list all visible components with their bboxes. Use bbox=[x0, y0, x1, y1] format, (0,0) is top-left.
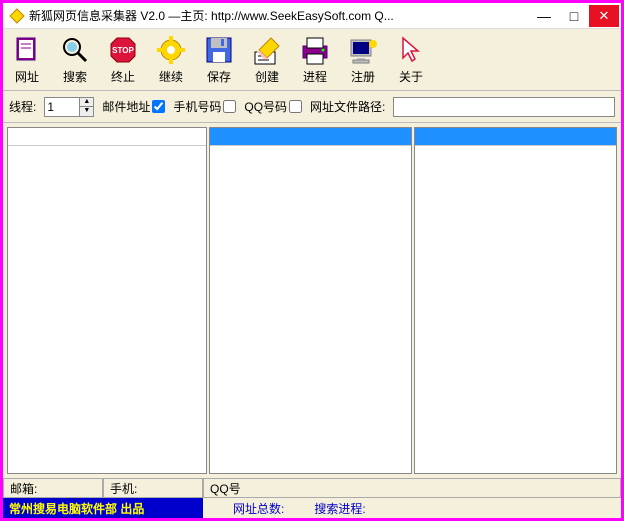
process-button-label: 进程 bbox=[303, 68, 327, 85]
close-button[interactable]: ✕ bbox=[589, 5, 619, 27]
app-window: 新狐网页信息采集器 V2.0 —主页: http://www.SeekEasyS… bbox=[0, 0, 624, 521]
email-label: 邮件地址 bbox=[102, 98, 150, 115]
toolbar: 网址 搜索 STOP 终止 继续 保存 创建 进程 注册 关于 bbox=[3, 29, 621, 91]
process-button[interactable]: 进程 bbox=[299, 34, 331, 85]
search-progress-label: 搜索进程: bbox=[314, 500, 365, 517]
email-checkbox-group: 邮件地址 bbox=[102, 98, 165, 115]
right-pane-header[interactable] bbox=[415, 128, 616, 146]
app-icon bbox=[9, 8, 25, 24]
left-pane-body[interactable] bbox=[8, 146, 206, 473]
computer-icon bbox=[347, 34, 379, 66]
path-label: 网址文件路径: bbox=[310, 98, 385, 115]
status-mailbox: 邮箱: bbox=[3, 478, 103, 498]
book-icon bbox=[11, 34, 43, 66]
email-checkbox[interactable] bbox=[152, 100, 165, 113]
middle-pane bbox=[209, 127, 412, 474]
thread-up[interactable]: ▲ bbox=[80, 98, 93, 107]
minimize-button[interactable]: — bbox=[529, 5, 559, 27]
titlebar[interactable]: 新狐网页信息采集器 V2.0 —主页: http://www.SeekEasyS… bbox=[3, 3, 621, 29]
status-phone: 手机: bbox=[103, 478, 203, 498]
middle-pane-body[interactable] bbox=[210, 146, 411, 473]
options-bar: 线程: ▲ ▼ 邮件地址 手机号码 QQ号码 网址文件路径: bbox=[3, 91, 621, 123]
phone-checkbox-group: 手机号码 bbox=[173, 98, 236, 115]
url-total-label: 网址总数: bbox=[233, 500, 284, 517]
save-button-label: 保存 bbox=[207, 68, 231, 85]
phone-checkbox[interactable] bbox=[223, 100, 236, 113]
about-button-label: 关于 bbox=[399, 68, 423, 85]
pencil-icon bbox=[251, 34, 283, 66]
status-bar-1: 邮箱: 手机: QQ号 bbox=[3, 478, 621, 498]
gear-icon bbox=[155, 34, 187, 66]
search-button[interactable]: 搜索 bbox=[59, 34, 91, 85]
search-icon bbox=[59, 34, 91, 66]
brand-label: 常州搜易电脑软件部 出品 bbox=[3, 498, 203, 518]
register-button-label: 注册 bbox=[351, 68, 375, 85]
status-info: 网址总数: 搜索进程: bbox=[203, 498, 621, 518]
thread-down[interactable]: ▼ bbox=[80, 107, 93, 116]
save-button[interactable]: 保存 bbox=[203, 34, 235, 85]
right-pane bbox=[414, 127, 617, 474]
middle-pane-header[interactable] bbox=[210, 128, 411, 146]
qq-checkbox-group: QQ号码 bbox=[244, 98, 302, 115]
phone-label: 手机号码 bbox=[173, 98, 221, 115]
thread-spinner[interactable]: ▲ ▼ bbox=[44, 97, 94, 117]
stop-icon: STOP bbox=[107, 34, 139, 66]
window-controls: — □ ✕ bbox=[529, 5, 619, 27]
continue-button-label: 继续 bbox=[159, 68, 183, 85]
svg-text:STOP: STOP bbox=[112, 46, 134, 55]
content-area bbox=[3, 123, 621, 478]
path-input[interactable] bbox=[393, 97, 615, 117]
printer-icon bbox=[299, 34, 331, 66]
qq-label: QQ号码 bbox=[244, 98, 287, 115]
search-button-label: 搜索 bbox=[63, 68, 87, 85]
thread-input[interactable] bbox=[45, 100, 79, 114]
continue-button[interactable]: 继续 bbox=[155, 34, 187, 85]
right-pane-body[interactable] bbox=[415, 146, 616, 473]
status-bar-2: 常州搜易电脑软件部 出品 网址总数: 搜索进程: bbox=[3, 498, 621, 518]
url-button-label: 网址 bbox=[15, 68, 39, 85]
window-title: 新狐网页信息采集器 V2.0 —主页: http://www.SeekEasyS… bbox=[29, 7, 529, 24]
floppy-icon bbox=[203, 34, 235, 66]
maximize-button[interactable]: □ bbox=[559, 5, 589, 27]
stop-button-label: 终止 bbox=[111, 68, 135, 85]
left-pane bbox=[7, 127, 207, 474]
register-button[interactable]: 注册 bbox=[347, 34, 379, 85]
qq-checkbox[interactable] bbox=[289, 100, 302, 113]
thread-label: 线程: bbox=[9, 98, 36, 115]
about-button[interactable]: 关于 bbox=[395, 34, 427, 85]
create-button[interactable]: 创建 bbox=[251, 34, 283, 85]
left-pane-header[interactable] bbox=[8, 128, 206, 146]
status-qq: QQ号 bbox=[203, 478, 621, 498]
cursor-icon bbox=[395, 34, 427, 66]
url-button[interactable]: 网址 bbox=[11, 34, 43, 85]
create-button-label: 创建 bbox=[255, 68, 279, 85]
stop-button[interactable]: STOP 终止 bbox=[107, 34, 139, 85]
